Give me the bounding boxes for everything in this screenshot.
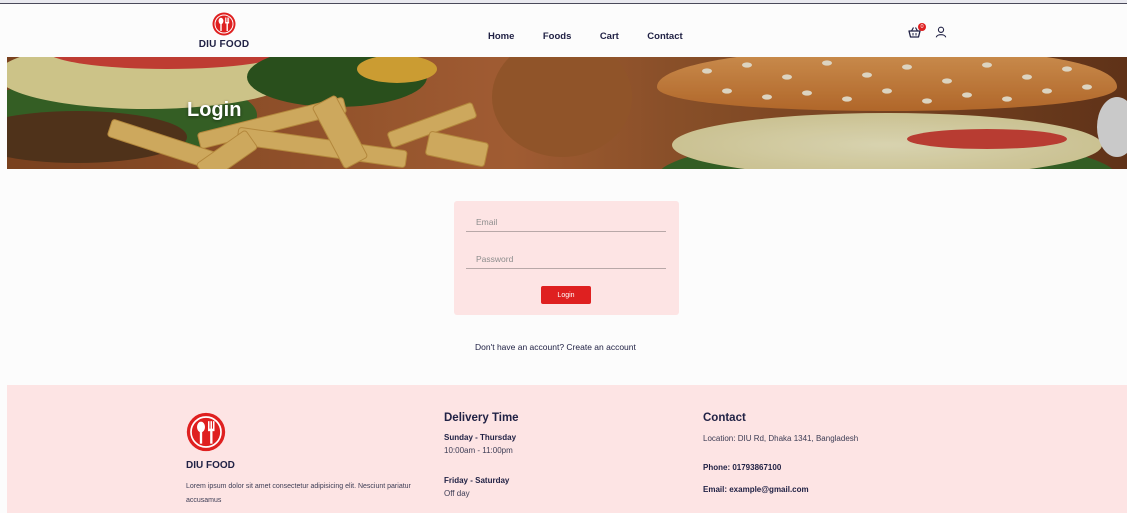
window-top-border — [0, 0, 1127, 4]
site-footer: DIU FOOD Lorem ipsum dolor sit amet cons… — [7, 385, 1127, 513]
password-field[interactable] — [466, 249, 666, 269]
page-hero-banner: Login — [7, 57, 1127, 169]
create-account-link[interactable]: Don't have an account? Create an account — [475, 342, 636, 352]
cutlery-logo-icon — [212, 12, 236, 36]
nav-cart[interactable]: Cart — [600, 31, 619, 42]
header-actions: 0 — [906, 23, 952, 41]
contact-location: Location: DIU Rd, Dhaka 1341, Bangladesh — [703, 434, 859, 443]
user-icon[interactable] — [935, 26, 947, 38]
email-field[interactable] — [466, 212, 666, 232]
nav-foods[interactable]: Foods — [543, 31, 572, 42]
nav-home[interactable]: Home — [488, 31, 514, 42]
login-form: Login — [454, 201, 679, 315]
site-header: DIU FOOD Home Foods Cart Contact 0 — [0, 5, 1127, 57]
contact-email: Email: example@gmail.com — [703, 485, 809, 494]
footer-cutlery-logo-icon — [186, 412, 226, 452]
contact-heading: Contact — [703, 412, 746, 424]
delivery-days-weekend: Friday - Saturday — [444, 476, 510, 485]
nav-contact[interactable]: Contact — [647, 31, 682, 42]
login-button[interactable]: Login — [541, 286, 591, 304]
signup-prompt: Don't have an account? Create an account — [475, 342, 636, 352]
contact-phone: Phone: 01793867100 — [703, 463, 782, 472]
brand-logo[interactable]: DIU FOOD — [196, 12, 252, 50]
cart-count-badge: 0 — [918, 23, 926, 31]
hero-food-image — [7, 57, 1127, 169]
delivery-hours-weekday: 10:00am - 11:00pm — [444, 446, 513, 455]
delivery-time-heading: Delivery Time — [444, 412, 519, 424]
brand-name: DIU FOOD — [198, 39, 250, 50]
footer-description: Lorem ipsum dolor sit amet consectetur a… — [186, 483, 411, 504]
main-nav: Home Foods Cart Contact — [488, 26, 707, 44]
page-title: Login — [187, 99, 242, 121]
delivery-hours-weekend: Off day — [444, 489, 470, 498]
footer-brand-name: DIU FOOD — [186, 460, 235, 471]
delivery-days-weekday: Sunday - Thursday — [444, 433, 517, 442]
